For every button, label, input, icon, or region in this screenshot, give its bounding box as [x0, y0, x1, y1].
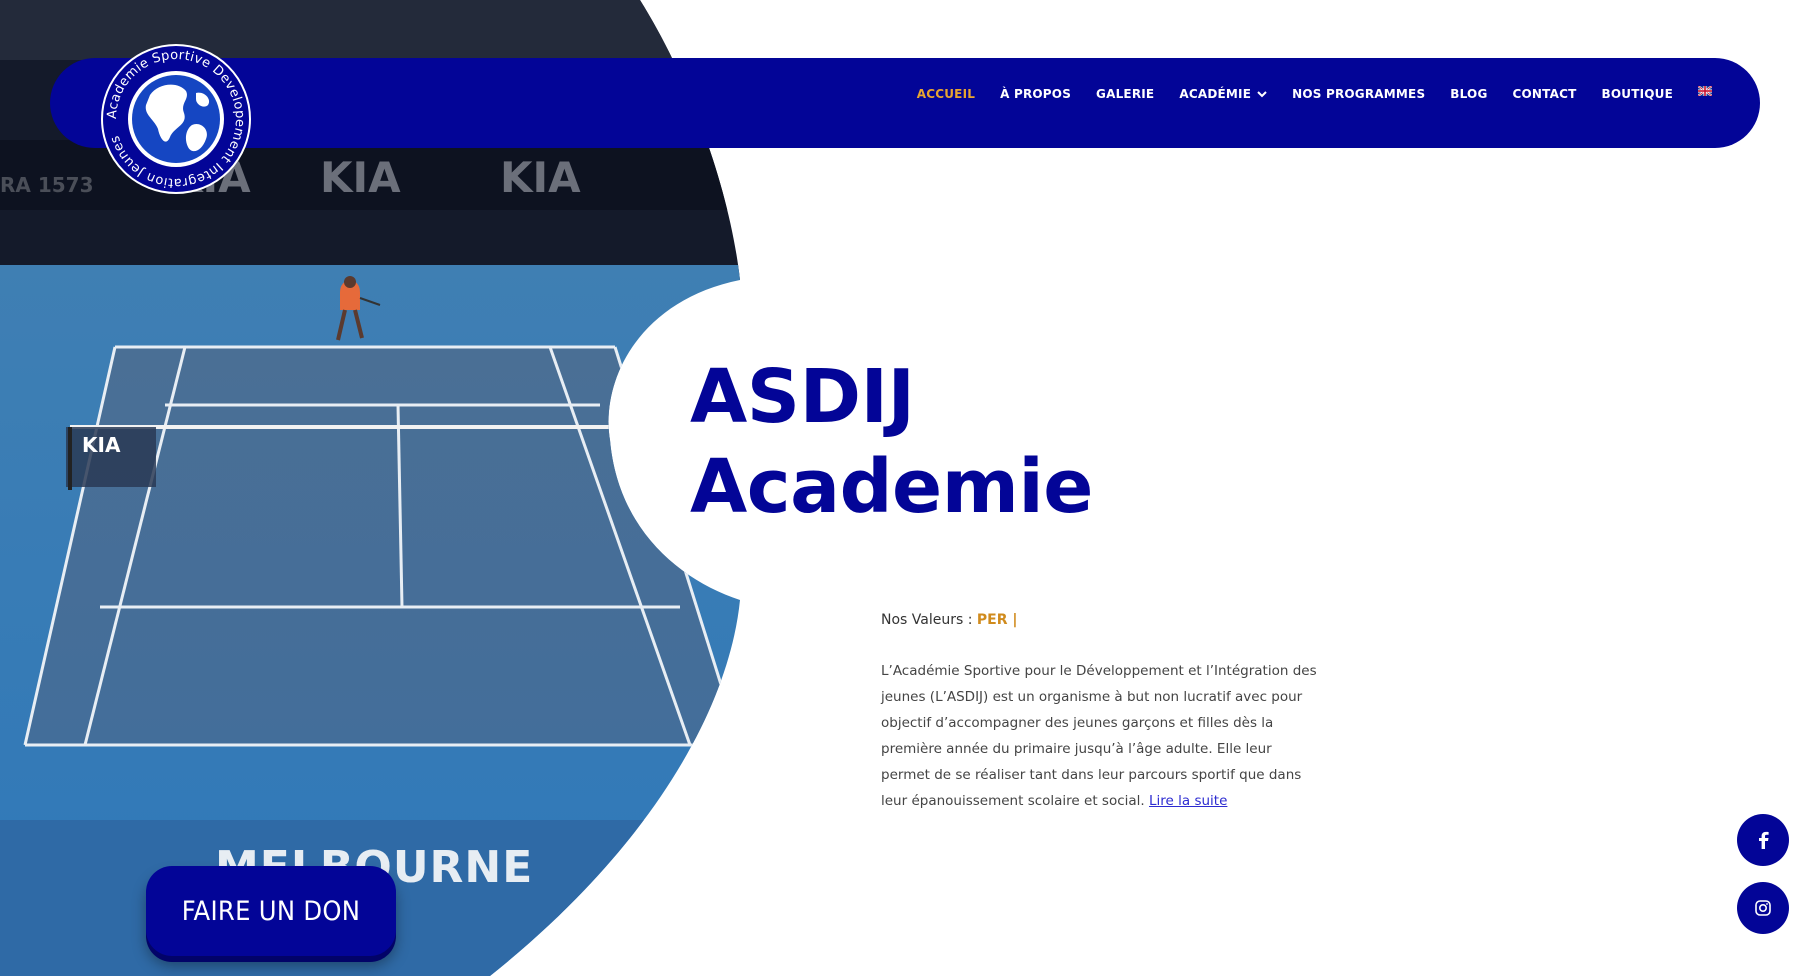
instagram-button[interactable] — [1737, 882, 1789, 934]
nav-item-contact[interactable]: CONTACT — [1513, 49, 1577, 139]
chevron-down-icon — [1257, 91, 1267, 98]
facebook-icon — [1759, 831, 1769, 849]
values-line: Nos Valeurs : PER | — [881, 612, 1018, 628]
globe-logo-icon: Academie Sportive Developement Integrati… — [101, 44, 251, 194]
svg-text:KIA: KIA — [500, 153, 581, 202]
read-more-link[interactable]: Lire la suite — [1149, 793, 1227, 809]
page-title: ASDIJ Academie — [690, 352, 1093, 532]
svg-text:KIA: KIA — [82, 433, 121, 457]
values-label: Nos Valeurs : — [881, 612, 973, 628]
intro-paragraph: L’Académie Sportive pour le Développemen… — [881, 658, 1321, 814]
nav-item-accueil[interactable]: ACCUEIL — [917, 49, 975, 139]
donate-button[interactable]: FAIRE UN DON — [146, 866, 396, 956]
nav-item-a-propos[interactable]: À PROPOS — [1000, 49, 1071, 139]
page-title-line1: ASDIJ — [690, 354, 915, 440]
svg-text:RA 1573: RA 1573 — [0, 173, 94, 197]
uk-flag-icon[interactable] — [1698, 86, 1712, 96]
facebook-button[interactable] — [1737, 814, 1789, 866]
values-value: PER | — [976, 612, 1018, 628]
nav-item-galerie[interactable]: GALERIE — [1096, 49, 1154, 139]
instagram-icon — [1755, 900, 1771, 916]
nav-item-blog[interactable]: BLOG — [1450, 49, 1487, 139]
page-title-line2: Academie — [690, 444, 1093, 530]
header-navbar: ACCUEIL À PROPOS GALERIE ACADÉMIE NOS PR… — [50, 58, 1760, 148]
site-logo[interactable]: Academie Sportive Developement Integrati… — [100, 43, 252, 195]
page: RA 1573 KIA KIA KIA ACCUEIL À PROPOS GAL… — [0, 0, 1807, 976]
nav-item-nos-programmes[interactable]: NOS PROGRAMMES — [1292, 49, 1425, 139]
intro-text: L’Académie Sportive pour le Développemen… — [881, 663, 1317, 809]
nav-item-academie[interactable]: ACADÉMIE — [1179, 49, 1267, 139]
nav-item-boutique[interactable]: BOUTIQUE — [1602, 49, 1674, 139]
main-nav: ACCUEIL À PROPOS GALERIE ACADÉMIE NOS PR… — [892, 58, 1712, 148]
svg-text:KIA: KIA — [320, 153, 401, 202]
nav-item-academie-label: ACADÉMIE — [1179, 87, 1252, 101]
